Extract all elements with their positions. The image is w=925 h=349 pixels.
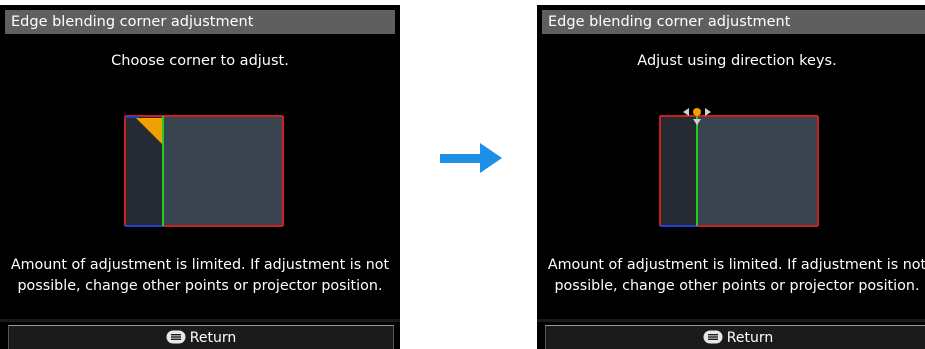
- corner-diagram: [659, 108, 819, 227]
- screen-adjust-corner: Edge blending corner adjustment Adjust u…: [537, 5, 925, 349]
- warning-line-1: Amount of adjustment is limited. If adju…: [547, 257, 925, 273]
- adjust-point-marker[interactable]: [693, 108, 701, 116]
- menu-button-icon: [166, 330, 186, 344]
- return-label: Return: [189, 330, 237, 346]
- warning-text: Amount of adjustment is limited. If adju…: [537, 255, 925, 297]
- right-arrow-key-icon[interactable]: [705, 108, 711, 116]
- footer-divider: [537, 319, 925, 322]
- screen-title: Edge blending corner adjustment: [542, 10, 925, 34]
- instruction-text: Adjust using direction keys.: [637, 53, 837, 69]
- footer-bar: Return: [545, 325, 925, 349]
- blend-region: [660, 116, 697, 226]
- left-arrow-icon[interactable]: [683, 108, 689, 116]
- screen-title: Edge blending corner adjustment: [5, 10, 395, 34]
- warning-line-2: possible, change other points or project…: [17, 278, 383, 294]
- warning-line-1: Amount of adjustment is limited. If adju…: [10, 257, 390, 273]
- footer-divider: [0, 319, 400, 322]
- return-label: Return: [726, 330, 774, 346]
- right-arrow-icon: [440, 143, 502, 173]
- warning-text: Amount of adjustment is limited. If adju…: [0, 255, 400, 297]
- warning-line-2: possible, change other points or project…: [554, 278, 920, 294]
- corner-diagram: [124, 115, 284, 227]
- return-button[interactable]: Return: [9, 328, 393, 348]
- return-button[interactable]: Return: [546, 328, 925, 348]
- instruction-text: Choose corner to adjust.: [111, 53, 289, 69]
- screen-choose-corner: Edge blending corner adjustment Choose c…: [0, 5, 400, 349]
- footer-bar: Return: [8, 325, 394, 349]
- menu-button-icon: [703, 330, 723, 344]
